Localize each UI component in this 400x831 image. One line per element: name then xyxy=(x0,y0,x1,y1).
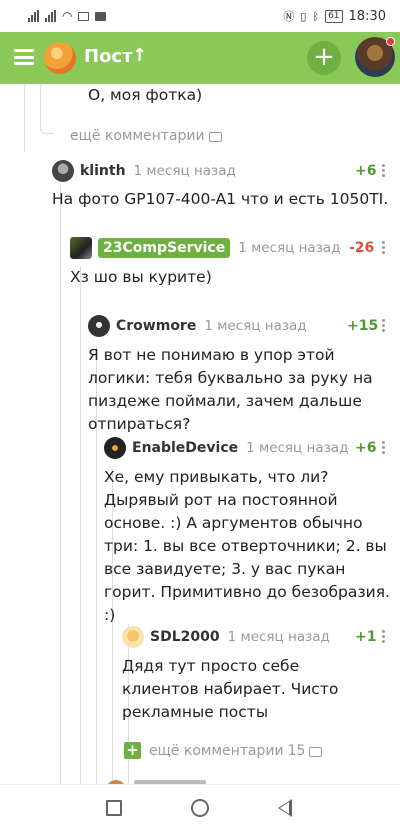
signal-icon-2 xyxy=(45,10,56,22)
add-post-button[interactable]: + xyxy=(307,41,341,75)
comment-header: SDL2000 1 месяц назад xyxy=(122,625,330,649)
nfc-icon: Ⓝ xyxy=(283,10,295,23)
kebab-menu-icon[interactable] xyxy=(382,319,385,334)
battery-icon: 61 xyxy=(325,9,343,23)
system-nav-bar xyxy=(0,784,400,831)
hamburger-icon[interactable] xyxy=(14,49,34,65)
kebab-menu-icon[interactable] xyxy=(382,164,385,179)
wifi-icon: ◠ xyxy=(62,9,73,23)
kebab-menu-icon[interactable] xyxy=(382,441,385,456)
status-right: Ⓝ ▯ ᛒ 61 18:30 xyxy=(283,8,386,24)
more-comments-link-bottom[interactable]: + ещё комментарии 15 xyxy=(124,742,323,759)
comment-author[interactable]: Crowmore xyxy=(116,318,196,334)
comment-header: klinth 1 месяц назад xyxy=(52,159,236,183)
recents-square-icon[interactable] xyxy=(106,800,122,816)
avatar[interactable] xyxy=(70,237,92,259)
app-logo-icon[interactable] xyxy=(44,42,76,74)
comment-bubble-icon xyxy=(208,132,222,142)
comment-date: 1 месяц назад xyxy=(133,163,236,179)
comment-author[interactable]: SDL2000 xyxy=(150,629,220,645)
comment-date: 1 месяц назад xyxy=(238,240,341,256)
avatar[interactable] xyxy=(122,626,144,648)
comment-date: 1 месяц назад xyxy=(227,629,330,645)
comment-date: 1 месяц назад xyxy=(204,318,307,334)
user-avatar[interactable] xyxy=(355,37,395,77)
kebab-menu-icon[interactable] xyxy=(382,630,385,645)
comment-text: Хе, ему привыкать, что ли? Дырявый рот н… xyxy=(104,468,390,624)
comment-text: Хз шо вы курите) xyxy=(70,268,212,286)
avatar[interactable] xyxy=(88,315,110,337)
status-bar: ◠ Ⓝ ▯ ᛒ 61 18:30 xyxy=(0,0,400,32)
back-triangle-icon[interactable] xyxy=(278,799,292,817)
bluetooth-icon: ᛒ xyxy=(312,9,320,23)
thread-line xyxy=(60,186,61,784)
comment-date: 1 месяц назад xyxy=(246,440,349,456)
vibrate-icon: ▯ xyxy=(300,9,307,23)
more-comments-link[interactable]: ещё комментарии xyxy=(70,128,222,144)
image-notification-icon xyxy=(78,11,90,21)
app-bar: Пост ↑ + xyxy=(0,32,400,84)
comment-bubble-icon xyxy=(309,746,323,757)
thread-elbow xyxy=(40,84,54,134)
comment-header: 23CompService 1 месяц назад xyxy=(70,236,340,260)
comment-text: На фото GP107-400-A1 что и есть 1050TI. xyxy=(52,190,389,208)
comment-author[interactable]: klinth xyxy=(80,163,126,179)
comment-header: Crowmore 1 месяц назад xyxy=(88,314,307,338)
page-title: Пост xyxy=(84,46,133,67)
signal-icon xyxy=(28,10,39,22)
home-circle-icon[interactable] xyxy=(191,799,209,817)
notification-dot xyxy=(386,37,395,46)
status-left: ◠ xyxy=(28,9,107,23)
comment-author[interactable]: 23CompService xyxy=(98,238,231,258)
avatar[interactable] xyxy=(52,160,74,182)
status-time: 18:30 xyxy=(348,8,386,24)
comment-score: -26 xyxy=(349,240,375,256)
comment-author[interactable]: EnableDevice xyxy=(132,440,238,456)
mail-notification-icon xyxy=(95,11,107,21)
kebab-menu-icon[interactable] xyxy=(382,241,385,256)
thread-line xyxy=(24,84,25,152)
comment-text: Дядя тут просто себе клиентов набирает. … xyxy=(122,657,339,721)
comment-text: Я вот не понимаю в упор этой логики: теб… xyxy=(88,346,373,433)
avatar[interactable] xyxy=(104,437,126,459)
thread-line xyxy=(80,266,81,784)
comment-score: +6 xyxy=(355,163,377,179)
more-comments-label: ещё комментарии xyxy=(149,742,284,759)
comment-score: +6 xyxy=(355,440,377,456)
more-comments-count: 15 xyxy=(287,742,306,759)
comments-thread: О, моя фотка) ещё комментарии klinth 1 м… xyxy=(0,84,400,784)
more-comments-label: ещё комментарии xyxy=(70,128,205,144)
comment-score: +15 xyxy=(347,318,379,334)
comment-header: EnableDevice 1 месяц назад xyxy=(104,436,348,460)
arrow-up-icon[interactable]: ↑ xyxy=(132,45,147,66)
comment-score: +1 xyxy=(355,629,377,645)
comment-text: О, моя фотка) xyxy=(88,86,203,104)
expand-plus-icon: + xyxy=(124,742,141,759)
